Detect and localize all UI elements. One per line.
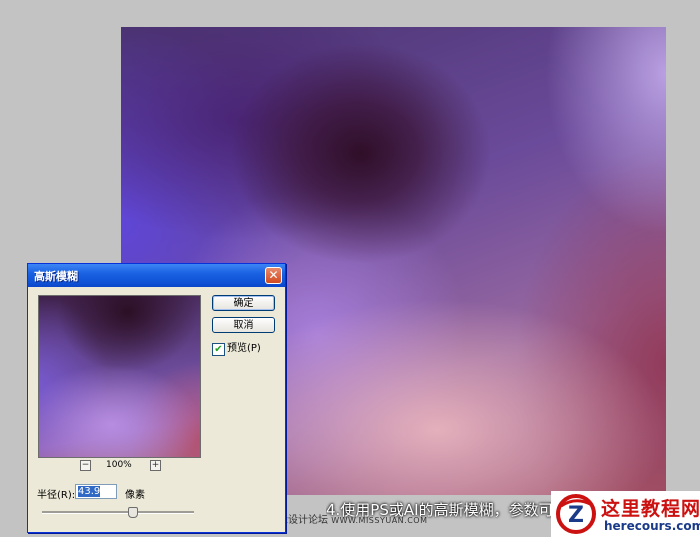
logo-name: 这里教程网	[601, 498, 700, 520]
radius-value: 43.9	[78, 486, 101, 497]
logo-letter: Z	[568, 503, 584, 528]
dialog-title: 高斯模糊	[34, 270, 78, 283]
ok-button[interactable]: 确定	[212, 295, 275, 311]
radius-slider-track[interactable]	[42, 511, 194, 514]
radius-input[interactable]: 43.9	[75, 484, 117, 499]
zoom-level: 100%	[106, 460, 132, 470]
radius-unit: 像素	[125, 490, 145, 501]
gaussian-blur-dialog: 高斯模糊 ✕ 确定 取消 ✔ 预览(P) − 100% + 半径(R): 43.…	[27, 263, 286, 533]
watermark: 思缘设计论坛 WWW.MISSYUAN.COM	[268, 511, 428, 526]
site-logo[interactable]: Z 这里教程网 herecours.com	[551, 491, 700, 537]
zoom-out-icon[interactable]: −	[80, 460, 91, 471]
logo-url: herecours.com	[604, 519, 700, 533]
preview-label: 预览(P)	[227, 343, 261, 354]
zoom-in-icon[interactable]: +	[150, 460, 161, 471]
dialog-title-bar[interactable]: 高斯模糊 ✕	[28, 264, 285, 287]
radius-label: 半径(R):	[37, 490, 76, 501]
blur-preview[interactable]	[38, 295, 201, 458]
logo-z-icon: Z	[556, 494, 596, 534]
preview-checkbox[interactable]: ✔	[212, 343, 225, 356]
cancel-button[interactable]: 取消	[212, 317, 275, 333]
close-icon[interactable]: ✕	[265, 267, 282, 284]
radius-slider-thumb[interactable]	[128, 507, 138, 518]
watermark-url: WWW.MISSYUAN.COM	[331, 516, 428, 525]
